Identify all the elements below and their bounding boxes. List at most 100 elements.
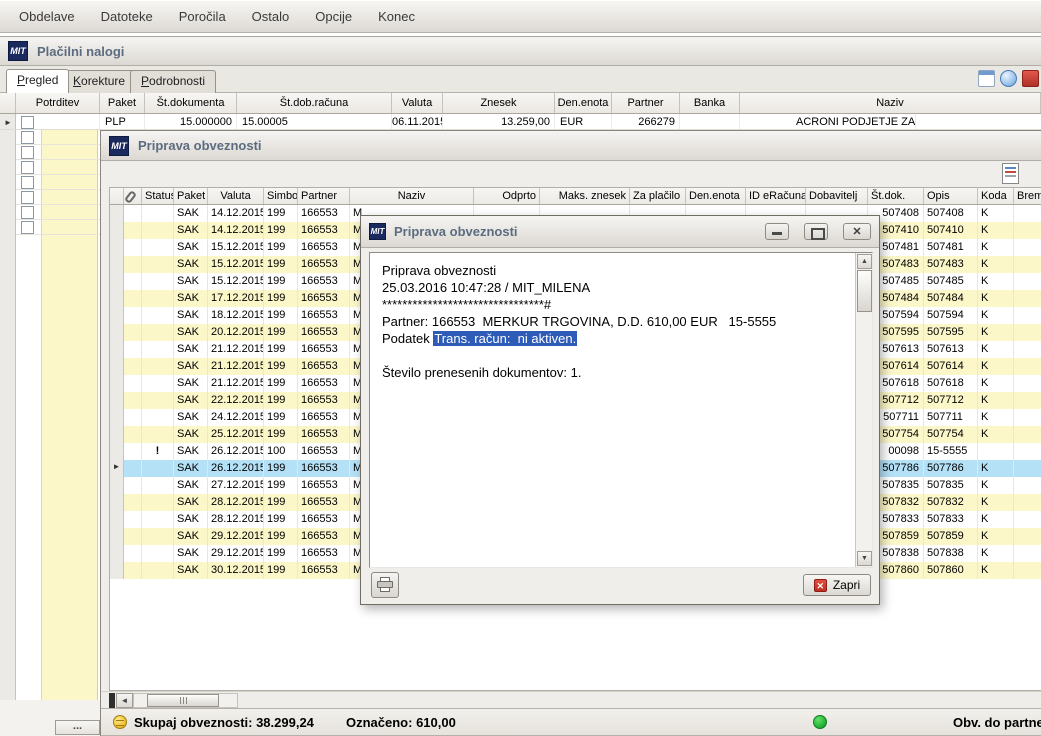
row-marker (110, 341, 124, 358)
col-st-dob-racuna[interactable]: Št.dob.računa (237, 93, 392, 113)
scroll-down-icon[interactable] (857, 551, 872, 566)
scrollbar-track[interactable] (133, 693, 238, 708)
row-marker (110, 494, 124, 511)
row-marker (110, 205, 124, 222)
col-potrditev[interactable]: Potrditev (16, 93, 100, 113)
confirm-checkbox[interactable] (21, 146, 34, 159)
col-paket[interactable]: Paket (174, 188, 208, 204)
vertical-scrollbar (855, 253, 872, 567)
confirm-checkbox[interactable] (21, 191, 34, 204)
menu-item-opcije[interactable]: Opcije (302, 4, 365, 29)
row-marker (110, 409, 124, 426)
print-button[interactable] (371, 572, 399, 598)
col-banka[interactable]: Banka (680, 93, 740, 113)
table-row[interactable] (16, 175, 100, 190)
table-row[interactable] (16, 130, 100, 145)
col-dobavitelj[interactable]: Dobavitelj (806, 188, 868, 204)
col-brem[interactable]: Brem (1014, 188, 1041, 204)
tab-pregled[interactable]: Pregled (6, 69, 70, 93)
zapri-button-label: Zapri (832, 578, 861, 592)
menu-item-ostalo[interactable]: Ostalo (239, 4, 303, 29)
payment-window-title: Plačilni nalogi (37, 43, 125, 59)
col-st-dok[interactable]: Št.dok. (868, 188, 924, 204)
row-marker (110, 273, 124, 290)
col-status[interactable]: Status (142, 188, 174, 204)
selected-text: Trans. račun: ni aktiven. (433, 331, 578, 346)
tab-bar: Pregled Korekture Podrobnosti (0, 66, 1041, 93)
confirm-checkbox[interactable] (21, 161, 34, 174)
col-partner[interactable]: Partner (612, 93, 680, 113)
paperclip-icon (124, 190, 137, 204)
tab-korekture[interactable]: Korekture (62, 70, 137, 93)
col-paket[interactable]: Paket (100, 93, 145, 113)
scrollbar-thumb[interactable] (147, 694, 219, 707)
dialog-titlebar[interactable]: MIT Priprava obveznosti (361, 216, 879, 248)
menu-item-datoteke[interactable]: Datoteke (88, 4, 166, 29)
dialog-message-area: Priprava obveznosti 25.03.2016 10:47:28 /… (369, 252, 873, 568)
col-naziv[interactable]: Naziv (350, 188, 474, 204)
confirm-checkbox[interactable] (21, 206, 34, 219)
col-den-enota[interactable]: Den.enota (555, 93, 612, 113)
menu-item-obdelave[interactable]: Obdelave (6, 4, 88, 29)
table-row[interactable] (16, 190, 100, 205)
payment-table-header: Potrditev Paket Št.dokumenta Št.dob.raču… (0, 93, 1041, 114)
report-icon[interactable] (1002, 163, 1019, 184)
red-x-icon (813, 578, 827, 592)
payment-window-titlebar[interactable]: MIT Plačilni nalogi (0, 36, 1041, 66)
col-valuta[interactable]: Valuta (208, 188, 264, 204)
row-marker (110, 375, 124, 392)
row-marker (110, 324, 124, 341)
zapri-button[interactable]: Zapri (803, 574, 871, 596)
confirm-checkbox[interactable] (21, 116, 34, 129)
col-koda[interactable]: Koda (978, 188, 1014, 204)
col-id-eracuna[interactable]: ID eRačuna (746, 188, 806, 204)
col-partner[interactable]: Partner (298, 188, 350, 204)
row-marker-column (0, 130, 16, 700)
col-znesek[interactable]: Znesek (443, 93, 555, 113)
application-screen: Obdelave Datoteke Poročila Ostalo Opcije… (0, 0, 1041, 736)
col-valuta[interactable]: Valuta (392, 93, 443, 113)
col-maks-znesek[interactable]: Maks. znesek (540, 188, 630, 204)
confirm-checkbox[interactable] (21, 176, 34, 189)
row-marker (110, 426, 124, 443)
mit-logo-icon: MIT (109, 135, 129, 156)
confirm-checkbox[interactable] (21, 131, 34, 144)
dialog-line: ********************************# (382, 297, 552, 312)
obligations-table-header: Status Paket Valuta Simbol Partner Naziv… (110, 188, 1041, 205)
menu-item-porocila[interactable]: Poročila (166, 4, 239, 29)
col-den-enota[interactable]: Den.enota (686, 188, 746, 204)
col-za-placilo[interactable]: Za plačilo (630, 188, 686, 204)
red-tool-icon[interactable] (1022, 70, 1039, 87)
table-row[interactable] (16, 205, 100, 220)
obligations-window-titlebar[interactable]: MIT Priprava obveznosti (101, 131, 1041, 161)
row-marker (110, 290, 124, 307)
tab-podrobnosti[interactable]: Podrobnosti (130, 70, 217, 93)
scroll-left-button[interactable] (116, 693, 133, 708)
background-window-fragment: ... (55, 720, 100, 735)
menu-item-konec[interactable]: Konec (365, 4, 428, 29)
pending-rows (16, 130, 100, 235)
globe-icon[interactable] (1000, 70, 1017, 87)
dialog-line: Število prenesenih dokumentov: 1. (382, 365, 582, 380)
row-marker (110, 392, 124, 409)
table-row[interactable] (16, 220, 100, 235)
scroll-up-icon[interactable] (857, 254, 872, 269)
confirm-checkbox[interactable] (21, 221, 34, 234)
dialog-line: Podatek Trans. račun: ni aktiven. (382, 331, 578, 346)
row-marker (110, 307, 124, 324)
col-naziv[interactable]: Naziv (740, 93, 1041, 113)
col-odprto[interactable]: Odprto (474, 188, 540, 204)
green-indicator (813, 715, 827, 729)
maximize-button[interactable] (804, 223, 828, 240)
table-row[interactable] (16, 145, 100, 160)
scrollbar-thumb[interactable] (857, 270, 872, 312)
spreadsheet-icon[interactable] (978, 70, 995, 87)
close-icon[interactable] (843, 223, 871, 240)
minimize-button[interactable] (765, 223, 789, 240)
col-st-dokumenta[interactable]: Št.dokumenta (145, 93, 237, 113)
row-marker (110, 545, 124, 562)
table-row[interactable] (16, 160, 100, 175)
col-opis[interactable]: Opis (924, 188, 978, 204)
payment-table-row[interactable]: PLP 15.000000 15.00005 06.11.2015 13.259… (0, 114, 1041, 130)
col-simbol[interactable]: Simbol (264, 188, 298, 204)
